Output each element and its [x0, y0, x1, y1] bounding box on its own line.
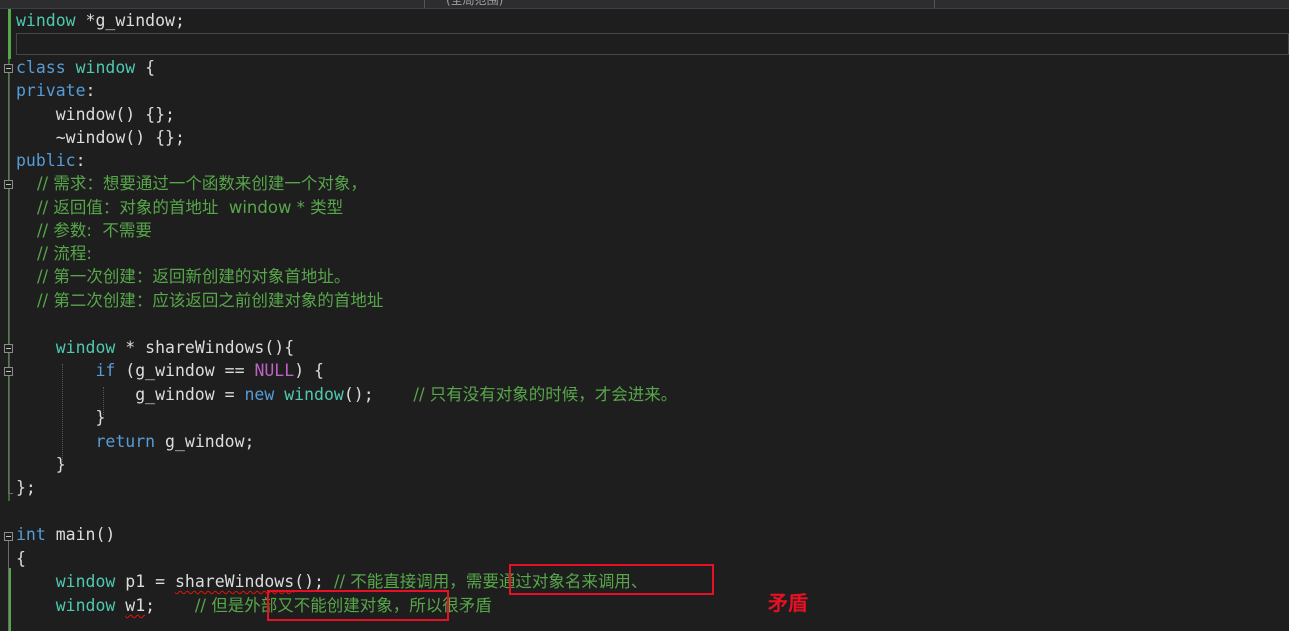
code-token: window() {};	[16, 105, 175, 124]
keyword-token: class	[16, 58, 66, 77]
code-token: {	[16, 549, 26, 568]
code-token: *g_window;	[75, 11, 185, 30]
collapse-icon[interactable]	[4, 180, 13, 189]
keyword-token: new	[244, 385, 275, 404]
error-squiggle-token[interactable]: shareWindows	[175, 572, 294, 591]
keyword-token: int	[16, 525, 46, 544]
type-token: window	[55, 338, 116, 357]
code-editor[interactable]: (全局范围) window *g_window; class window { …	[0, 0, 1289, 631]
scope-dropdown[interactable]: (全局范围)	[446, 0, 503, 8]
code-line[interactable]: g_window = new window(); // 只有没有对象的时候，才会…	[16, 383, 677, 406]
code-token: }	[16, 408, 106, 427]
code-token: }	[16, 455, 66, 474]
code-token: main()	[45, 525, 116, 544]
code-line[interactable]: }	[16, 406, 105, 429]
type-token: window	[55, 572, 116, 591]
code-token: {	[135, 58, 156, 77]
current-line-highlight	[16, 33, 1289, 55]
type-token: window	[75, 58, 136, 77]
collapse-icon[interactable]	[4, 344, 13, 353]
keyword-token: if	[95, 361, 116, 380]
code-line[interactable]: window *g_window;	[16, 9, 185, 32]
comment-line[interactable]: // 返回值：对象的首地址 window * 类型	[16, 196, 343, 219]
code-line[interactable]: window() {};	[16, 103, 175, 126]
code-token: ~window() {};	[16, 128, 185, 147]
keyword-token: public	[16, 151, 76, 170]
code-token: :	[85, 81, 96, 100]
annotation-label: 矛盾	[768, 591, 808, 615]
comment-token: // 但是	[194, 596, 245, 615]
code-token: g_window =	[16, 385, 245, 404]
keyword-token: private	[16, 81, 86, 100]
highlight-box	[509, 564, 714, 595]
comment-line[interactable]: // 参数: 不需要	[16, 219, 152, 242]
fold-guide	[8, 541, 9, 631]
collapse-icon[interactable]	[4, 367, 13, 376]
comment-token: // 不能直接调用，	[333, 572, 466, 591]
change-indicator	[8, 9, 11, 59]
collapse-icon[interactable]	[4, 532, 13, 541]
code-line[interactable]: {	[16, 547, 26, 570]
comment-token: // 只有没有对象的时候，才会进来。	[413, 385, 678, 404]
code-token: ;	[145, 596, 195, 615]
keyword-token: return	[95, 432, 156, 451]
code-token: g_window;	[155, 432, 255, 451]
code-line[interactable]: window * shareWindows(){	[16, 336, 294, 359]
comment-line[interactable]: // 需求：想要通过一个函数来创建一个对象，	[16, 172, 367, 195]
code-line[interactable]: public:	[16, 149, 86, 172]
error-squiggle-token[interactable]: w1	[125, 596, 145, 615]
code-line[interactable]: int main()	[16, 523, 115, 546]
highlight-box	[267, 590, 449, 621]
code-line[interactable]: };	[16, 476, 36, 499]
code-line[interactable]: if (g_window == NULL) {	[16, 359, 324, 382]
code-line[interactable]: return g_window;	[16, 430, 254, 453]
nav-separator	[424, 0, 425, 8]
code-token: };	[16, 478, 36, 497]
code-token: p1 =	[115, 572, 175, 591]
code-token: ) {	[294, 361, 324, 380]
code-token: (g_window ==	[115, 361, 255, 380]
comment-line[interactable]: // 第一次创建：返回新创建的对象首地址。	[16, 265, 350, 288]
fold-guide-end	[8, 493, 13, 494]
macro-token: NULL	[254, 361, 295, 380]
code-token: :	[75, 151, 86, 170]
comment-line[interactable]: // 第二次创建：应该返回之前创建对象的首地址	[16, 289, 383, 312]
code-token: ();	[294, 572, 334, 591]
type-token: window	[16, 11, 76, 30]
fold-guide	[8, 73, 9, 493]
code-token: * shareWindows(){	[115, 338, 295, 357]
nav-separator	[934, 0, 935, 8]
code-line[interactable]: class window {	[16, 56, 155, 79]
comment-line[interactable]: // 流程:	[16, 242, 92, 265]
code-line[interactable]: ~window() {};	[16, 126, 185, 149]
code-line[interactable]: private:	[16, 79, 95, 102]
type-token: window	[284, 385, 344, 404]
collapse-icon[interactable]	[4, 64, 13, 73]
type-token: window	[55, 596, 116, 615]
code-token: ();	[343, 385, 414, 404]
navigation-bar: (全局范围)	[0, 0, 1289, 9]
code-line[interactable]: }	[16, 453, 66, 476]
